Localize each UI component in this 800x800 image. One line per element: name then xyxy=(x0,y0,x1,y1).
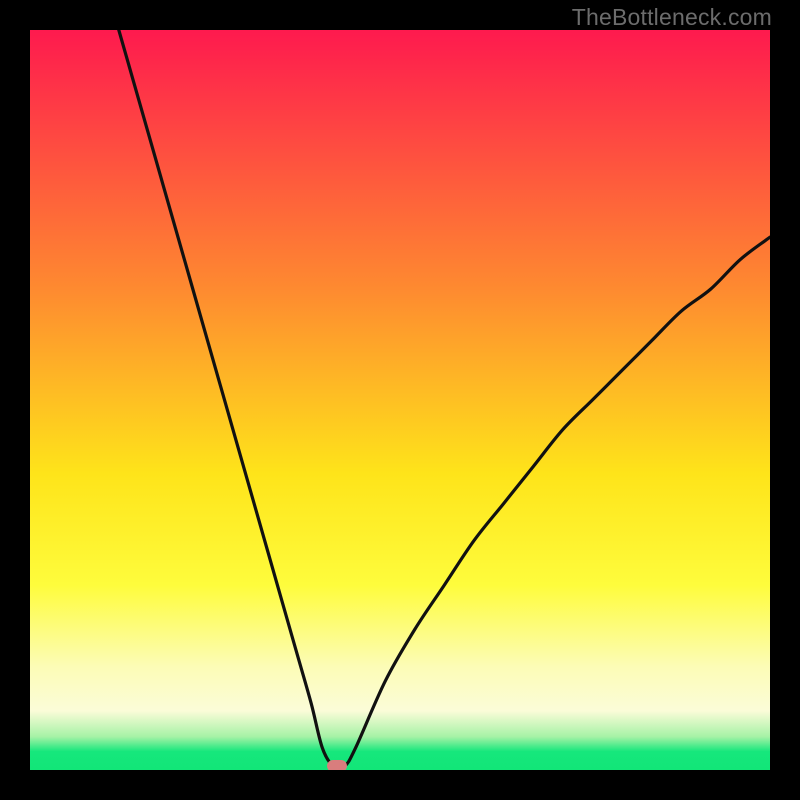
chart-frame: TheBottleneck.com xyxy=(0,0,800,800)
watermark-text: TheBottleneck.com xyxy=(572,4,772,31)
minimum-marker xyxy=(327,760,347,770)
plot-area xyxy=(30,30,770,770)
bottleneck-curve xyxy=(30,30,770,770)
